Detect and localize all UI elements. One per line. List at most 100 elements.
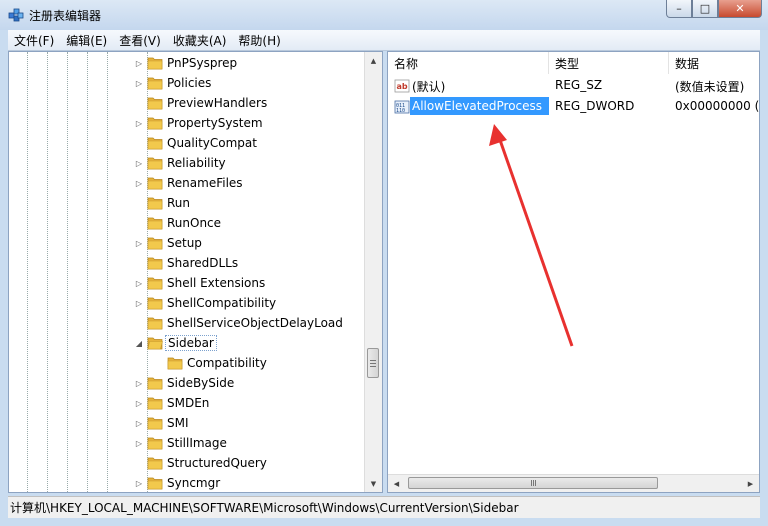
title-bar: 注册表编辑器 – □ ✕ xyxy=(0,0,768,30)
collapse-arrow-icon[interactable]: ◢ xyxy=(135,338,143,348)
folder-icon xyxy=(147,457,163,470)
menu-edit[interactable]: 编辑(E) xyxy=(60,32,113,49)
tree-node[interactable]: ◢ Sidebar xyxy=(9,333,366,353)
tree-node[interactable]: ▷ SMI xyxy=(9,413,366,433)
column-header-type[interactable]: 类型 xyxy=(549,52,669,74)
expand-arrow-icon[interactable]: ▷ xyxy=(135,398,143,408)
close-button[interactable]: ✕ xyxy=(718,0,762,18)
expand-arrow-icon[interactable]: ▷ xyxy=(135,298,143,308)
value-name: (默认) xyxy=(412,80,446,94)
folder-icon xyxy=(147,117,163,130)
registry-key-tree[interactable]: ▷ PnPSysprep ▷ Policies PreviewHandlers ▷ Prop… xyxy=(8,51,383,493)
menu-help[interactable]: 帮助(H) xyxy=(232,32,286,49)
folder-icon xyxy=(147,317,163,330)
menu-bar: 文件(F) 编辑(E) 查看(V) 收藏夹(A) 帮助(H) xyxy=(8,30,760,51)
folder-icon xyxy=(147,437,163,450)
expand-arrow-icon[interactable]: ▷ xyxy=(135,118,143,128)
expand-arrow-icon[interactable]: ▷ xyxy=(135,78,143,88)
scroll-down-arrow[interactable]: ▼ xyxy=(365,475,382,492)
tree-vertical-scrollbar[interactable]: ▲ ▼ xyxy=(364,52,382,492)
menu-file[interactable]: 文件(F) xyxy=(8,32,60,49)
value-row-allow-elevated[interactable]: 011 110 AllowElevatedProcess 4 REG_DWORD… xyxy=(388,97,760,117)
value-row-default[interactable]: ab (默认) REG_SZ (数值未设置) xyxy=(388,76,759,96)
scroll-right-arrow[interactable]: ▶ xyxy=(742,475,759,492)
value-data: 0x00000000 (0 xyxy=(675,99,760,113)
column-header-data[interactable]: 数据 xyxy=(669,52,759,74)
tree-node[interactable]: ShellServiceObjectDelayLoad xyxy=(9,313,366,333)
folder-icon xyxy=(147,377,163,390)
tree-node[interactable]: Run xyxy=(9,193,366,213)
maximize-button[interactable]: □ xyxy=(692,0,718,18)
tree-node[interactable]: ▷ PropertySystem xyxy=(9,113,366,133)
expand-arrow-icon[interactable]: ▷ xyxy=(135,178,143,188)
folder-icon xyxy=(147,417,163,430)
tree-node[interactable]: ▷ SMDEn xyxy=(9,393,366,413)
svg-text:ab: ab xyxy=(397,82,408,91)
menu-favorites[interactable]: 收藏夹(A) xyxy=(167,32,233,49)
tree-node-label: ShellServiceObjectDelayLoad xyxy=(167,316,343,330)
folder-icon xyxy=(147,157,163,170)
tree-node[interactable]: ▷ Syncmgr xyxy=(9,473,366,492)
value-type: REG_SZ xyxy=(555,78,603,92)
folder-icon xyxy=(147,257,163,270)
horizontal-scroll-thumb[interactable] xyxy=(408,477,658,489)
tree-node[interactable]: ▷ Setup xyxy=(9,233,366,253)
tree-node-label: Compatibility xyxy=(187,356,267,370)
tree-node[interactable]: ▷ PnPSysprep xyxy=(9,53,366,73)
tree-node[interactable]: ▷ SideBySide xyxy=(9,373,366,393)
tree-node[interactable]: ▷ Policies xyxy=(9,73,366,93)
expand-arrow-icon[interactable]: ▷ xyxy=(135,58,143,68)
expand-arrow-icon[interactable]: ▷ xyxy=(135,478,143,488)
value-type: REG_DWORD xyxy=(555,99,635,113)
folder-icon xyxy=(147,237,163,250)
registry-value-list[interactable]: 名称 类型 数据 ab (默认) REG_SZ (数值未设置) 011 110 … xyxy=(387,51,760,493)
tree-node[interactable]: SharedDLLs xyxy=(9,253,366,273)
tree-node[interactable]: Compatibility xyxy=(9,353,366,373)
menu-view[interactable]: 查看(V) xyxy=(113,32,167,49)
list-horizontal-scrollbar[interactable]: ◀ ▶ xyxy=(388,474,759,492)
tree-node-label: SharedDLLs xyxy=(167,256,239,270)
tree-node[interactable]: StructuredQuery xyxy=(9,453,366,473)
tree-node-label: QualityCompat xyxy=(167,136,257,150)
tree-node-label: StructuredQuery xyxy=(167,456,267,470)
folder-icon xyxy=(147,137,163,150)
column-header-name[interactable]: 名称 xyxy=(388,52,549,74)
tree-node-label: Setup xyxy=(167,236,202,250)
registry-editor-icon xyxy=(8,8,24,22)
folder-icon xyxy=(147,177,163,190)
tree-node[interactable]: ▷ Reliability xyxy=(9,153,366,173)
minimize-icon: – xyxy=(676,2,682,15)
tree-node[interactable]: RunOnce xyxy=(9,213,366,233)
string-value-icon: ab xyxy=(394,79,410,93)
folder-icon xyxy=(147,57,163,70)
column-name-label: 名称 xyxy=(394,56,419,71)
expand-arrow-icon[interactable]: ▷ xyxy=(135,378,143,388)
expand-arrow-icon[interactable]: ▷ xyxy=(135,158,143,168)
tree-node-label: PnPSysprep xyxy=(167,56,238,70)
folder-icon xyxy=(147,197,163,210)
minimize-button[interactable]: – xyxy=(666,0,692,18)
tree-node[interactable]: ▷ ShellCompatibility xyxy=(9,293,366,313)
value-name-edit-field[interactable]: AllowElevatedProcess 4 xyxy=(410,97,549,115)
tree-node[interactable]: QualityCompat xyxy=(9,133,366,153)
tree-node-label: RunOnce xyxy=(167,216,222,230)
column-type-label: 类型 xyxy=(555,56,580,71)
scroll-up-arrow[interactable]: ▲ xyxy=(365,52,382,69)
expand-arrow-icon[interactable]: ▷ xyxy=(135,418,143,428)
folder-icon xyxy=(147,217,163,230)
tree-node-label: ShellCompatibility xyxy=(167,296,277,310)
expand-arrow-icon[interactable]: ▷ xyxy=(135,438,143,448)
scroll-thumb[interactable] xyxy=(367,348,379,378)
tree-node-label: SMI xyxy=(167,416,189,430)
tree-node-label: Shell Extensions xyxy=(167,276,266,290)
tree-node[interactable]: ▷ StillImage xyxy=(9,433,366,453)
tree-node[interactable]: PreviewHandlers xyxy=(9,93,366,113)
tree-node[interactable]: ▷ Shell Extensions xyxy=(9,273,366,293)
expand-arrow-icon[interactable]: ▷ xyxy=(135,238,143,248)
folder-icon xyxy=(147,297,163,310)
folder-icon xyxy=(147,97,163,110)
scroll-left-arrow[interactable]: ◀ xyxy=(388,475,405,492)
tree-node-label: SMDEn xyxy=(167,396,210,410)
tree-node[interactable]: ▷ RenameFiles xyxy=(9,173,366,193)
expand-arrow-icon[interactable]: ▷ xyxy=(135,278,143,288)
